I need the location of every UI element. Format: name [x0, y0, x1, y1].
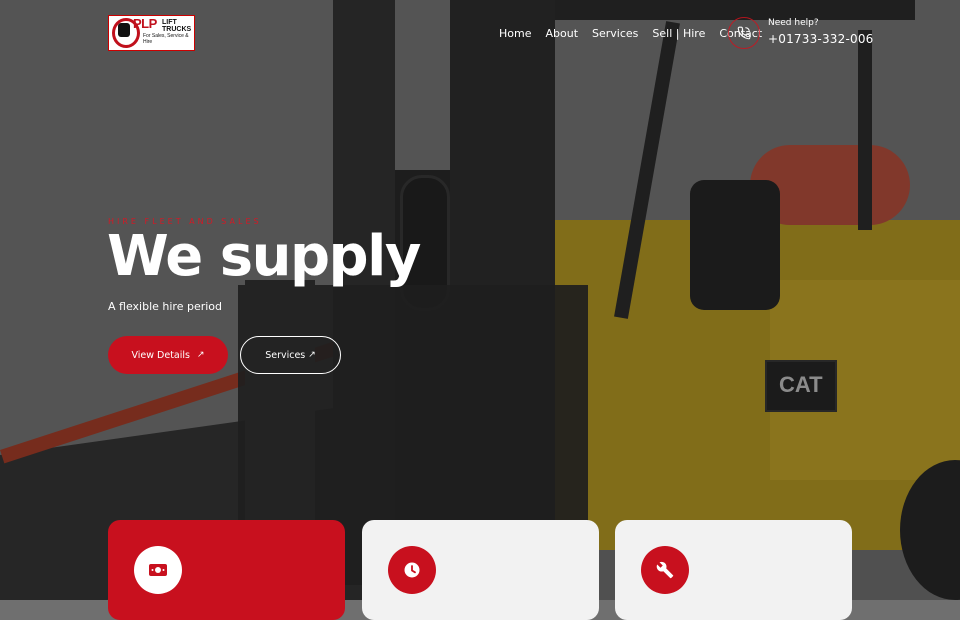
- view-details-button[interactable]: View Details ↗: [108, 336, 228, 374]
- help-phone-number[interactable]: +01733-332-006: [768, 32, 874, 46]
- help-label: Need help?: [768, 18, 819, 28]
- hero-subline: A flexible hire period: [108, 300, 223, 313]
- hero-headline: We supply: [107, 224, 421, 289]
- arrow-up-right-icon: ↗: [308, 350, 316, 360]
- feature-card-service[interactable]: [615, 520, 852, 620]
- phone-button[interactable]: [728, 17, 760, 49]
- money-icon: [134, 546, 182, 594]
- phone-icon: [737, 26, 751, 40]
- logo-name: LIFT TRUCKS: [162, 19, 192, 33]
- logo-brand: PLP: [133, 16, 157, 31]
- nav-sell-hire[interactable]: Sell | Hire: [652, 27, 705, 40]
- services-button[interactable]: Services ↗: [240, 336, 341, 374]
- services-label: Services: [265, 349, 306, 361]
- arrow-up-right-icon: ↗: [196, 350, 205, 360]
- view-details-label: View Details: [131, 349, 190, 361]
- nav-about[interactable]: About: [545, 27, 578, 40]
- site-logo[interactable]: PLP LIFT TRUCKS For Sales, Service & Hir…: [108, 15, 195, 51]
- wrench-icon: [641, 546, 689, 594]
- nav-services[interactable]: Services: [592, 27, 638, 40]
- feature-card-hire-period[interactable]: [362, 520, 599, 620]
- nav-home[interactable]: Home: [499, 27, 531, 40]
- logo-figure: [118, 23, 130, 37]
- feature-card-pricing[interactable]: [108, 520, 345, 620]
- logo-tagline: For Sales, Service & Hire: [143, 33, 189, 45]
- clock-icon: [388, 546, 436, 594]
